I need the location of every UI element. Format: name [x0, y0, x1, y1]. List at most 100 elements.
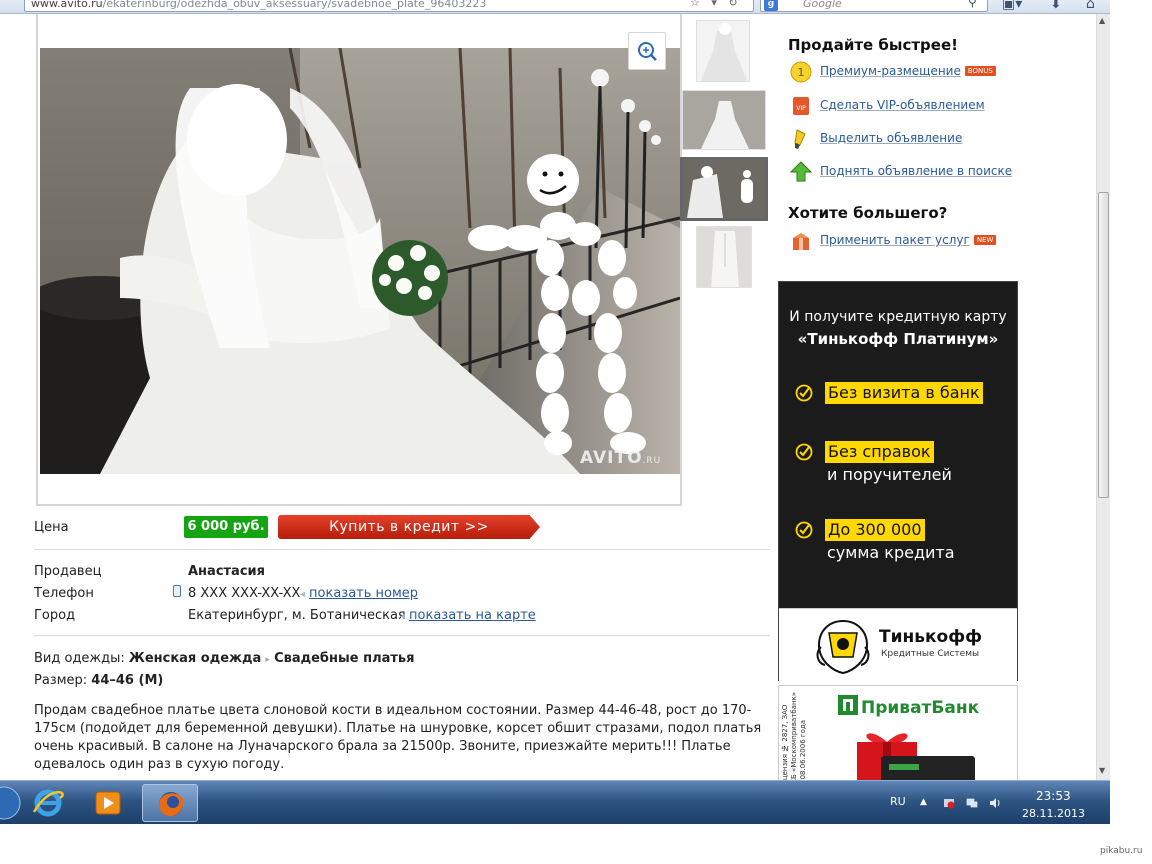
bookmarks-menu-icon[interactable]: ▣▾	[1002, 0, 1022, 12]
city-label: Город	[34, 608, 76, 623]
gallery-thumbnail[interactable]	[696, 226, 752, 288]
coin-icon: 1	[790, 61, 812, 83]
show-phone-link[interactable]: ◂ показать номер	[300, 586, 418, 601]
wedding-photo-image	[40, 48, 680, 474]
want-more-title: Хотите большего?	[788, 204, 948, 222]
raise-link[interactable]: Поднять объявление в поиске	[820, 164, 1012, 178]
wedding-thumbnail-image	[683, 160, 765, 218]
city-value: Екатеринбург, м. Ботаническая	[188, 608, 406, 623]
svg-text:1: 1	[798, 66, 805, 79]
gallery-thumbnail[interactable]	[696, 20, 750, 82]
avito-watermark: AVITO.RU	[580, 448, 661, 468]
keyboard-language[interactable]: RU	[890, 795, 906, 808]
privatbank-brand-name: ПриватБанк	[861, 698, 980, 718]
arrow-left-icon: ◂	[400, 611, 406, 622]
zoom-in-icon	[638, 42, 657, 61]
tinkoff-benefit-1-text: Без визита в банк	[825, 382, 983, 404]
show-on-map-link[interactable]: ◂ показать на карте	[400, 608, 536, 623]
media-player-icon	[95, 791, 121, 815]
home-icon[interactable]: ⌂	[1086, 0, 1095, 12]
price-label: Цена	[34, 520, 69, 535]
downloads-icon[interactable]: ⬇	[1050, 0, 1062, 12]
taskbar-clock-date[interactable]: 28.11.2013	[1022, 807, 1085, 820]
price-badge: 6 000 руб.	[184, 516, 268, 538]
category-link-women[interactable]: Женская одежда	[129, 651, 261, 666]
watermark-domain: .RU	[642, 456, 662, 466]
firefox-icon	[159, 792, 184, 817]
mobile-phone-icon	[173, 585, 181, 597]
tinkoff-ad-line2: «Тинькофф Платинум»	[797, 330, 999, 348]
taskbar-media-player[interactable]	[80, 784, 136, 822]
vip-link[interactable]: Сделать VIP-объявлением	[820, 98, 985, 112]
google-icon[interactable]: g	[764, 0, 778, 11]
show-hidden-icons-icon[interactable]: ▲	[920, 797, 932, 809]
seller-name: Анастасия	[188, 564, 265, 579]
internet-explorer-icon	[32, 789, 64, 817]
taskbar-firefox[interactable]	[142, 784, 198, 822]
search-icon[interactable]: ⚲	[968, 0, 977, 9]
size-row: Размер: 44–46 (M)	[34, 673, 163, 688]
url-host: www.avito.ru	[31, 0, 103, 10]
search-input[interactable]: Google	[760, 0, 988, 12]
network-icon[interactable]	[966, 797, 978, 809]
highlighter-icon	[794, 129, 806, 149]
package-link[interactable]: Применить пакет услуг NEW	[820, 233, 997, 247]
divider	[34, 549, 770, 550]
arrow-up-icon	[790, 161, 812, 182]
highlight-link[interactable]: Выделить объявление	[820, 131, 962, 145]
zoom-photo-button[interactable]	[628, 32, 666, 70]
tinkoff-brand-name: Тинькофф	[879, 627, 982, 647]
scroll-down-icon[interactable]: ▼	[1099, 766, 1105, 775]
vertical-scrollbar[interactable]: ▲ ▼	[1096, 14, 1110, 780]
tinkoff-ad-headline: И получите кредитную карту «Тинькофф Пла…	[779, 306, 1017, 351]
package-link-label: Применить пакет услуг	[820, 233, 970, 247]
gallery-thumbnail[interactable]	[682, 90, 766, 150]
tinkoff-benefit-2-text: Без справок	[825, 441, 934, 463]
checkmark-icon	[795, 384, 813, 402]
gallery-thumbnail-active[interactable]	[680, 157, 768, 221]
volume-icon[interactable]	[989, 797, 1001, 809]
tinkoff-benefit-3-sub: сумма кредита	[827, 543, 955, 562]
pikabu-watermark: pikabu.ru	[1100, 846, 1143, 856]
clothing-type-label: Вид одежды:	[34, 651, 125, 666]
scroll-up-icon[interactable]: ▲	[1099, 16, 1105, 25]
category-link-wedding-dresses[interactable]: Свадебные платья	[274, 651, 414, 666]
privatbank-fine-print: Лицензия № 2827, ЗАО МКБ «Москомприватба…	[781, 691, 807, 780]
tinkoff-brand-subtitle: Кредитные Системы	[881, 649, 980, 659]
bookmark-star-icon[interactable]: ☆ ▾ ↻	[690, 0, 742, 9]
taskbar-clock-time[interactable]: 23:53	[1036, 789, 1071, 803]
size-value: 44–46 (M)	[91, 673, 164, 688]
premium-link[interactable]: Премиум-размещение BONUS	[820, 64, 996, 78]
screenshot: www.avito.ru/ekaterinburg/odezhda_obuv_a…	[0, 0, 1152, 864]
page-content: AVITO.RU Цена 6 000 руб. Купить в кредит…	[0, 14, 1096, 780]
dress-thumbnail-image	[683, 91, 765, 149]
size-label: Размер:	[34, 673, 88, 688]
checkmark-icon	[795, 521, 813, 539]
taskbar-internet-explorer[interactable]	[20, 784, 76, 822]
outside-area	[1110, 0, 1152, 864]
tinkoff-crest-icon	[816, 619, 870, 675]
scrollbar-thumb[interactable]	[1098, 192, 1109, 498]
outside-area	[0, 824, 1152, 864]
windows-taskbar: RU ▲ 23:53 28.11.2013	[0, 780, 1110, 824]
tinkoff-ad-banner[interactable]: И получите кредитную карту «Тинькофф Пла…	[778, 281, 1018, 681]
address-bar[interactable]: www.avito.ru/ekaterinburg/odezhda_obuv_a…	[24, 0, 754, 12]
url-path: /ekaterinburg/odezhda_obuv_aksessuary/sv…	[102, 0, 487, 10]
svg-text:VIP: VIP	[796, 105, 806, 112]
show-phone-link-label: показать номер	[309, 586, 419, 601]
tinkoff-benefit-3-text: До 300 000	[825, 519, 925, 541]
phone-number: 8 XXX XXX-XX-XX	[188, 586, 301, 601]
photo-gallery: AVITO.RU	[36, 14, 682, 506]
seller-label: Продавец	[34, 564, 102, 579]
dress-thumbnail-image	[701, 23, 747, 81]
phone-label: Телефон	[34, 586, 94, 601]
privatbank-logo-icon	[838, 695, 858, 715]
premium-link-label: Премиум-размещение	[820, 64, 961, 78]
clothing-type-row: Вид одежды: Женская одежда ▸ Свадебные п…	[34, 651, 414, 666]
main-listing-photo[interactable]: AVITO.RU	[40, 48, 680, 474]
tinkoff-ad-line1: И получите кредитную карту	[789, 309, 1007, 325]
privatbank-ad-banner[interactable]: Лицензия № 2827, ЗАО МКБ «Москомприватба…	[778, 685, 1018, 780]
buy-on-credit-button[interactable]: Купить в кредит >>	[278, 515, 540, 539]
action-center-icon[interactable]	[943, 797, 955, 809]
new-badge: NEW	[973, 235, 997, 245]
